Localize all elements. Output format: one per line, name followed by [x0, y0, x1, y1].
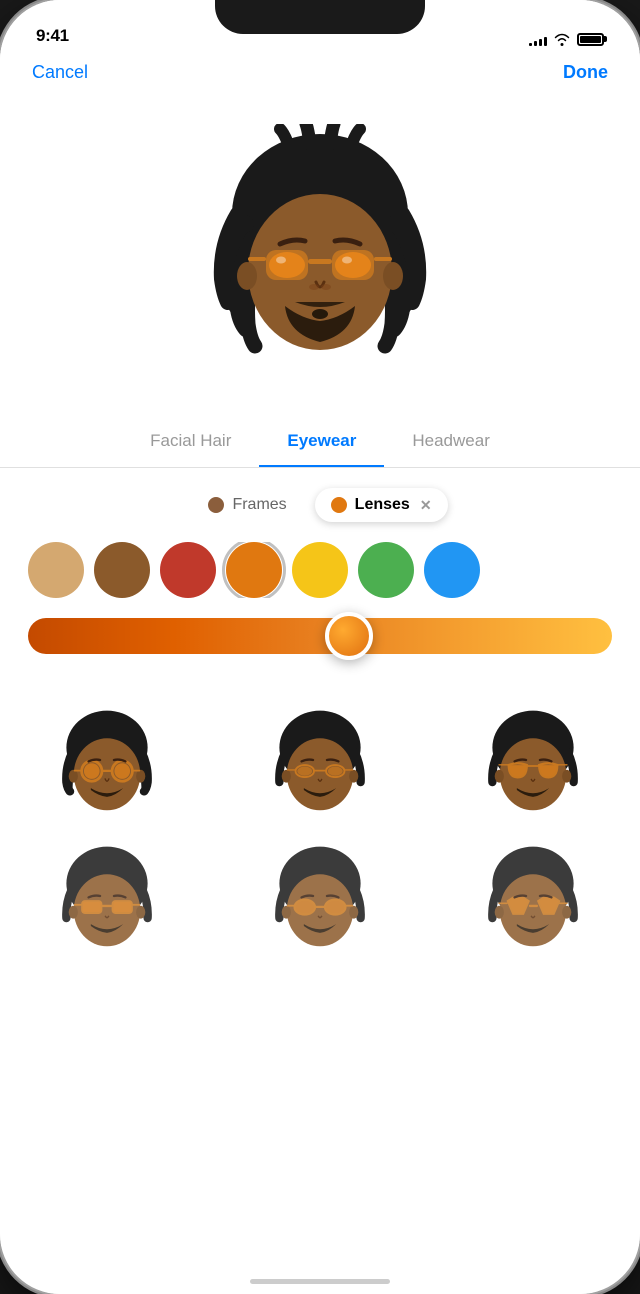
tabs-container: Facial Hair Eyewear Headwear	[0, 431, 640, 467]
lenses-label: Lenses	[355, 496, 410, 514]
signal-bar-4	[544, 37, 547, 46]
home-indicator	[250, 1279, 390, 1284]
avatar-grid-item-4[interactable]	[0, 834, 213, 970]
swatch-orange[interactable]	[226, 542, 282, 598]
slider-track[interactable]	[28, 618, 612, 654]
avatar-grid	[0, 698, 640, 970]
memoji-svg	[190, 124, 450, 384]
tab-headwear[interactable]: Headwear	[384, 431, 518, 467]
tab-section: Facial Hair Eyewear Headwear	[0, 419, 640, 468]
swatch-green[interactable]	[358, 542, 414, 598]
status-icons	[529, 32, 604, 46]
grid-avatar-2	[260, 706, 380, 826]
avatar-area	[0, 99, 640, 419]
status-time: 9:41	[36, 26, 69, 46]
grid-avatar-1	[47, 706, 167, 826]
grid-avatar-5	[260, 842, 380, 962]
avatar-grid-item-1[interactable]	[0, 698, 213, 834]
color-swatches	[24, 542, 616, 598]
nav-bar: Cancel Done	[0, 54, 640, 99]
avatar-grid-item-2[interactable]	[213, 698, 426, 834]
avatar-grid-item-3[interactable]	[427, 698, 640, 834]
avatar-grid-item-6[interactable]	[427, 834, 640, 970]
controls-area: Frames Lenses ✕	[0, 468, 640, 698]
phone-frame: 9:41	[0, 0, 640, 1294]
battery-fill	[580, 36, 601, 43]
cancel-button[interactable]: Cancel	[32, 62, 88, 83]
avatar-grid-item-5[interactable]	[213, 834, 426, 970]
signal-bar-2	[534, 41, 537, 46]
battery-icon	[577, 33, 604, 46]
tab-eyewear[interactable]: Eyewear	[259, 431, 384, 467]
phone-screen: 9:41	[0, 0, 640, 1294]
swatch-brown[interactable]	[94, 542, 150, 598]
notch	[215, 0, 425, 34]
memoji-preview	[190, 124, 450, 384]
swatch-blue[interactable]	[424, 542, 480, 598]
grid-avatar-3	[473, 706, 593, 826]
done-button[interactable]: Done	[563, 62, 608, 83]
swatch-red[interactable]	[160, 542, 216, 598]
lenses-filter[interactable]: Lenses ✕	[315, 488, 448, 522]
frames-filter[interactable]: Frames	[192, 488, 302, 522]
frames-label: Frames	[232, 496, 286, 514]
lenses-dot	[331, 497, 347, 513]
tab-facial-hair[interactable]: Facial Hair	[122, 431, 259, 467]
filter-row: Frames Lenses ✕	[24, 488, 616, 522]
wifi-icon	[553, 32, 571, 46]
swatch-yellow[interactable]	[292, 542, 348, 598]
signal-bars-icon	[529, 33, 547, 46]
grid-avatar-6	[473, 842, 593, 962]
signal-bar-3	[539, 39, 542, 46]
slider-thumb[interactable]	[325, 612, 373, 660]
grid-avatar-4	[47, 842, 167, 962]
lenses-close-icon[interactable]: ✕	[420, 497, 432, 514]
slider-container	[24, 618, 616, 654]
swatch-tan[interactable]	[28, 542, 84, 598]
signal-bar-1	[529, 43, 532, 46]
frames-dot	[208, 497, 224, 513]
